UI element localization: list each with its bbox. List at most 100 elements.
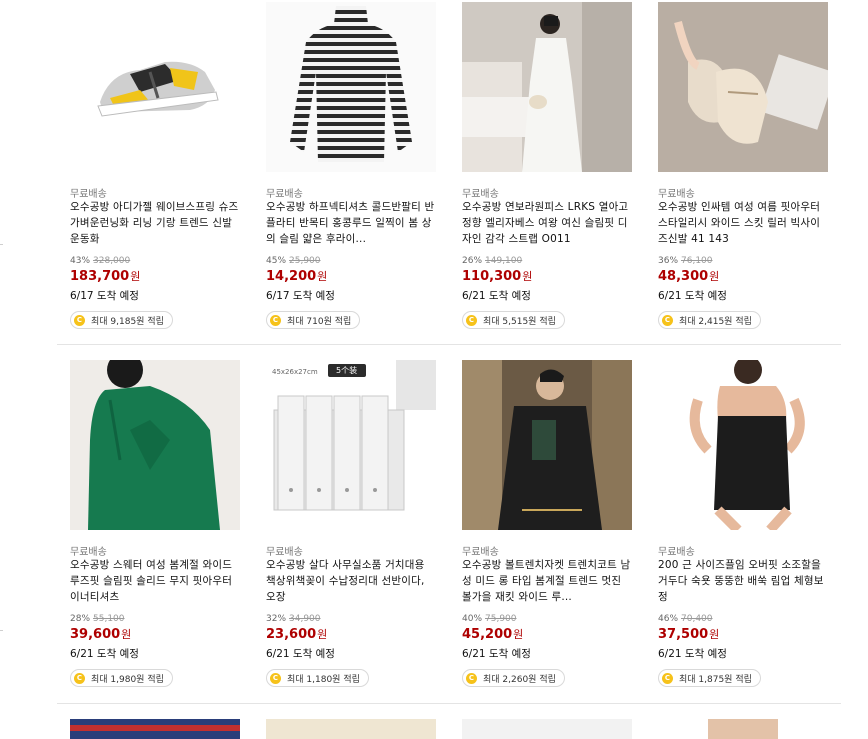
- discount-rate: 28%: [70, 614, 91, 624]
- scroll-tick: [0, 630, 3, 631]
- discount-rate: 32%: [266, 614, 287, 624]
- shipping-label: 무료배송: [70, 547, 107, 558]
- white-dress-image: [462, 2, 632, 172]
- arrival-estimate: 6/21 도착 예정: [70, 648, 139, 660]
- shipping-label: 무료배송: [266, 547, 303, 558]
- product-title[interactable]: 200 근 사이즈플임 오버핏 소조할을 거두다 숙욧 뚱뚱한 배쑥 림업 체형…: [658, 557, 828, 605]
- points-badge: C 최대 9,185원 적립: [70, 311, 173, 329]
- product-title[interactable]: 오수공방 살다 사무실소품 거치대용 책상위책꽂이 수납정리대 선반이다, 오장: [266, 557, 436, 605]
- discount-rate: 26%: [462, 256, 483, 266]
- arrival-estimate: 6/21 도착 예정: [462, 290, 531, 302]
- product-image[interactable]: 45x26x27cm 5个装: [266, 360, 436, 530]
- shipping-label: 무료배송: [658, 189, 695, 200]
- arrival-estimate: 6/17 도착 예정: [266, 290, 335, 302]
- points-text: 최대 1,180원 적립: [287, 674, 360, 685]
- sale-price: 37,500원: [658, 626, 719, 642]
- sale-price: 183,700원: [70, 268, 140, 284]
- product-image[interactable]: [70, 360, 240, 530]
- discount-rate: 36%: [658, 256, 679, 266]
- product-image[interactable]: [266, 2, 436, 172]
- points-text: 최대 2,260원 적립: [483, 674, 556, 685]
- product-title[interactable]: 오수공방 인싸템 여성 여름 핏아우터 스타일리시 와이드 스킷 릴러 빅사이즈…: [658, 199, 828, 247]
- sneaker-image: [70, 2, 240, 172]
- points-badge: C 최대 1,980원 적립: [70, 669, 173, 687]
- price-value: 48,300: [658, 269, 709, 284]
- coin-icon: C: [662, 672, 673, 684]
- product-image-partial[interactable]: [266, 719, 436, 739]
- currency-unit: 원: [522, 270, 533, 283]
- original-price: 55,100: [93, 614, 125, 624]
- product-title[interactable]: 오수공방 하프넥티셔츠 콜드반팔티 반플라티 반목티 홍콩루드 일찍이 봄 상의…: [266, 199, 436, 247]
- product-title[interactable]: 오수공방 연보라원피스 LRKS 열아고 정향 엘리자베스 여왕 여신 슬림핏 …: [462, 199, 632, 247]
- scroll-tick: [0, 244, 3, 245]
- currency-unit: 원: [130, 270, 141, 283]
- currency-unit: 원: [317, 628, 328, 641]
- discount-row: 28% 55,100: [70, 614, 125, 624]
- original-price: 70,400: [681, 614, 713, 624]
- original-price: 149,100: [485, 256, 523, 266]
- product-image-partial[interactable]: [70, 719, 240, 739]
- shapewear-image: [658, 360, 828, 530]
- price-value: 23,600: [266, 627, 317, 642]
- arrival-estimate: 6/17 도착 예정: [70, 290, 139, 302]
- points-badge: C 최대 1,875원 적립: [658, 669, 761, 687]
- discount-rate: 46%: [658, 614, 679, 624]
- row-divider: [57, 703, 841, 704]
- sale-price: 48,300원: [658, 268, 719, 284]
- points-badge: C 최대 5,515원 적립: [462, 311, 565, 329]
- page-left-edge: [0, 0, 2, 739]
- coin-icon: C: [74, 672, 85, 684]
- points-text: 최대 5,515원 적립: [483, 316, 556, 327]
- discount-row: 36% 76,100: [658, 256, 713, 266]
- coin-icon: C: [466, 314, 477, 326]
- coin-icon: C: [270, 672, 281, 684]
- product-title[interactable]: 오수공방 스웨터 여성 봄계절 와이드 루즈핏 슬림핏 솔리드 무지 핏아우터 …: [70, 557, 240, 605]
- points-badge: C 최대 710원 적립: [266, 311, 361, 329]
- black-jacket-image: [462, 360, 632, 530]
- price-value: 39,600: [70, 627, 121, 642]
- price-value: 14,200: [266, 269, 317, 284]
- sale-price: 45,200원: [462, 626, 523, 642]
- points-badge: C 최대 2,415원 적립: [658, 311, 761, 329]
- points-badge: C 최대 1,180원 적립: [266, 669, 369, 687]
- product-image-partial[interactable]: [462, 719, 632, 739]
- product-image-partial[interactable]: [658, 719, 828, 739]
- discount-row: 43% 328,000: [70, 256, 130, 266]
- points-text: 최대 710원 적립: [287, 316, 352, 327]
- price-value: 183,700: [70, 269, 130, 284]
- image-strip: [70, 725, 240, 731]
- product-title[interactable]: 오수공방 아디가젤 웨이브스프링 슈즈 가벼운런닝화 리닝 기랑 트렌드 신발 …: [70, 199, 240, 247]
- file-organizer-image: 45x26x27cm 5个装: [266, 360, 436, 530]
- discount-rate: 40%: [462, 614, 483, 624]
- original-price: 25,900: [289, 256, 321, 266]
- discount-row: 40% 75,900: [462, 614, 517, 624]
- sale-price: 110,300원: [462, 268, 532, 284]
- green-sweater-image: [70, 360, 240, 530]
- original-price: 34,900: [289, 614, 321, 624]
- dimension-text: 45x26x27cm: [272, 368, 318, 376]
- price-value: 37,500: [658, 627, 709, 642]
- sale-price: 14,200원: [266, 268, 327, 284]
- product-image[interactable]: [70, 2, 240, 172]
- product-image[interactable]: [658, 2, 828, 172]
- points-text: 최대 1,980원 적립: [91, 674, 164, 685]
- currency-unit: 원: [513, 628, 524, 641]
- discount-rate: 45%: [266, 256, 287, 266]
- arrival-estimate: 6/21 도착 예정: [658, 648, 727, 660]
- original-price: 75,900: [485, 614, 517, 624]
- product-image[interactable]: [462, 360, 632, 530]
- arrival-estimate: 6/21 도착 예정: [658, 290, 727, 302]
- shipping-label: 무료배송: [462, 189, 499, 200]
- discount-rate: 43%: [70, 256, 91, 266]
- discount-row: 26% 149,100: [462, 256, 522, 266]
- coin-icon: C: [74, 314, 85, 326]
- quantity-badge-text: 5个装: [336, 365, 357, 375]
- shipping-label: 무료배송: [462, 547, 499, 558]
- arrival-estimate: 6/21 도착 예정: [266, 648, 335, 660]
- product-image[interactable]: [462, 2, 632, 172]
- product-image[interactable]: [658, 360, 828, 530]
- discount-row: 32% 34,900: [266, 614, 321, 624]
- points-text: 최대 2,415원 적립: [679, 316, 752, 327]
- discount-row: 45% 25,900: [266, 256, 321, 266]
- product-title[interactable]: 오수공방 볼트렌치자켓 트렌치코트 남성 미드 롱 타입 봄계절 트렌드 멋진 …: [462, 557, 632, 605]
